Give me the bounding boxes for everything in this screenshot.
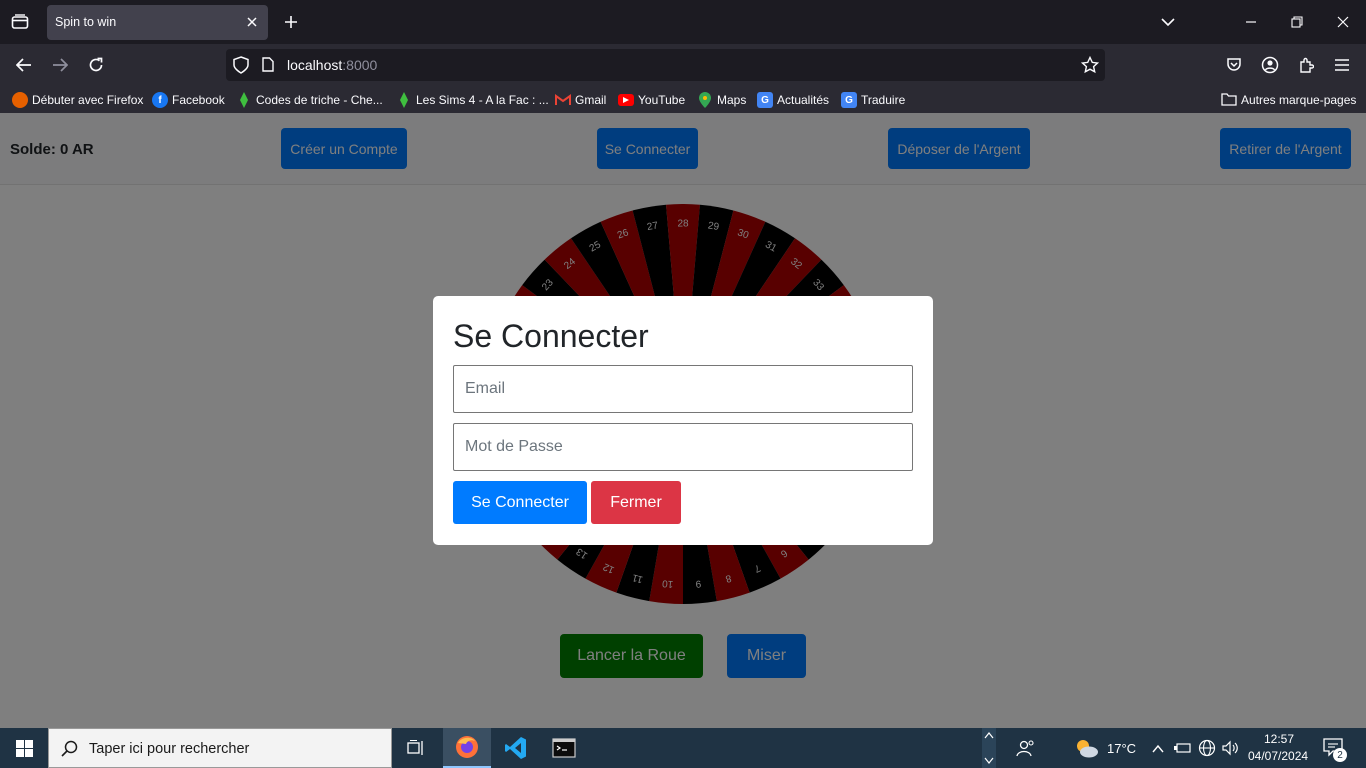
bookmark-label: Traduire xyxy=(861,93,906,107)
terminal-taskbar-icon[interactable] xyxy=(540,728,588,768)
taskbar-scroll[interactable] xyxy=(982,728,996,768)
close-modal-button[interactable]: Fermer xyxy=(591,481,681,524)
bookmark-maps[interactable]: Maps xyxy=(697,90,746,110)
chevron-down-icon[interactable] xyxy=(1156,10,1180,34)
volume-icon[interactable] xyxy=(1221,739,1239,762)
forward-arrow-icon[interactable] xyxy=(47,52,73,78)
windows-taskbar: Taper ici pour rechercher 17°C 12:57 04/… xyxy=(0,728,1366,768)
shield-icon[interactable] xyxy=(233,56,249,79)
bookmark-news[interactable]: G Actualités xyxy=(757,90,829,110)
bookmark-label: Facebook xyxy=(172,93,225,107)
bookmark-facebook[interactable]: f Facebook xyxy=(152,90,225,110)
account-icon[interactable] xyxy=(1257,52,1283,78)
gmail-icon xyxy=(555,92,571,108)
other-bookmarks-label: Autres marque-pages xyxy=(1241,93,1357,107)
bookmark-youtube[interactable]: YouTube xyxy=(618,90,685,110)
bookmark-star-icon[interactable] xyxy=(1080,55,1100,79)
firefox-taskbar-icon[interactable] xyxy=(443,728,491,768)
tab-list-icon[interactable] xyxy=(8,10,32,34)
plus-icon[interactable] xyxy=(279,10,303,34)
bookmark-sims[interactable]: Les Sims 4 - A la Fac : ... xyxy=(396,90,549,110)
chevron-up-icon[interactable] xyxy=(1152,741,1164,759)
bookmark-gmail[interactable]: Gmail xyxy=(555,90,606,110)
clock-time[interactable]: 12:57 xyxy=(1264,732,1294,746)
sims-plumbob-icon xyxy=(396,92,412,108)
url-host: localhost xyxy=(287,57,343,73)
search-icon xyxy=(61,740,78,762)
battery-icon[interactable] xyxy=(1174,740,1192,759)
tab-strip: Spin to win xyxy=(0,0,1366,44)
submit-login-button[interactable]: Se Connecter xyxy=(453,481,587,524)
extensions-icon[interactable] xyxy=(1293,52,1319,78)
sims-plumbob-icon xyxy=(236,92,252,108)
facebook-icon: f xyxy=(152,92,168,108)
translate-icon: G xyxy=(841,92,857,108)
search-placeholder: Taper ici pour rechercher xyxy=(89,741,250,757)
weather-icon[interactable] xyxy=(1073,737,1099,764)
youtube-icon xyxy=(618,94,634,106)
network-icon[interactable] xyxy=(1198,739,1216,762)
bookmark-label: Les Sims 4 - A la Fac : ... xyxy=(416,93,549,107)
url-text[interactable]: localhost:8000 xyxy=(287,57,377,73)
minimize-icon[interactable] xyxy=(1239,10,1263,34)
browser-tab[interactable]: Spin to win xyxy=(47,5,268,40)
clock-date[interactable]: 04/07/2024 xyxy=(1248,749,1308,763)
news-icon: G xyxy=(757,92,773,108)
email-field[interactable] xyxy=(453,365,913,413)
bookmark-firefox[interactable]: Débuter avec Firefox xyxy=(12,90,143,110)
other-bookmarks[interactable]: Autres marque-pages xyxy=(1221,90,1356,110)
password-field[interactable] xyxy=(453,423,913,471)
maps-icon xyxy=(697,92,713,108)
taskbar-search[interactable]: Taper ici pour rechercher xyxy=(48,728,392,768)
close-icon[interactable] xyxy=(244,14,260,30)
bookmark-cheats[interactable]: Codes de triche - Che... xyxy=(236,90,383,110)
windows-start-icon[interactable] xyxy=(0,728,48,768)
bookmark-label: Gmail xyxy=(575,93,607,107)
notification-count-badge: 2 xyxy=(1333,748,1347,762)
menu-icon[interactable] xyxy=(1329,52,1355,78)
bookmark-label: Maps xyxy=(717,93,747,107)
bookmark-translate[interactable]: G Traduire xyxy=(841,90,905,110)
login-modal: Se Connecter Se Connecter Fermer xyxy=(433,296,933,545)
bookmarks-toolbar: Débuter avec Firefox f Facebook Codes de… xyxy=(0,86,1366,113)
url-bar[interactable]: localhost:8000 xyxy=(226,49,1105,81)
tab-title: Spin to win xyxy=(55,15,117,29)
url-port: :8000 xyxy=(342,57,378,73)
navigation-toolbar: localhost:8000 xyxy=(0,44,1366,86)
bookmark-label: Codes de triche - Che... xyxy=(256,93,383,107)
modal-title: Se Connecter xyxy=(453,318,649,354)
back-arrow-icon[interactable] xyxy=(11,52,37,78)
reload-icon[interactable] xyxy=(83,52,109,78)
page-content: Solde: 0 AR Créer un Compte Se Connecter… xyxy=(0,113,1366,728)
firefox-icon xyxy=(12,92,28,108)
vscode-taskbar-icon[interactable] xyxy=(492,728,540,768)
folder-icon xyxy=(1221,92,1237,109)
window-close-icon[interactable] xyxy=(1331,10,1355,34)
page-icon[interactable] xyxy=(262,57,274,77)
bookmark-label: Actualités xyxy=(777,93,830,107)
task-view-icon[interactable] xyxy=(392,728,440,768)
weather-temp[interactable]: 17°C xyxy=(1107,741,1136,756)
bookmark-label: YouTube xyxy=(638,93,686,107)
people-icon[interactable] xyxy=(1016,739,1036,762)
pocket-icon[interactable] xyxy=(1221,52,1247,78)
restore-icon[interactable] xyxy=(1285,10,1309,34)
bookmark-label: Débuter avec Firefox xyxy=(32,93,144,107)
